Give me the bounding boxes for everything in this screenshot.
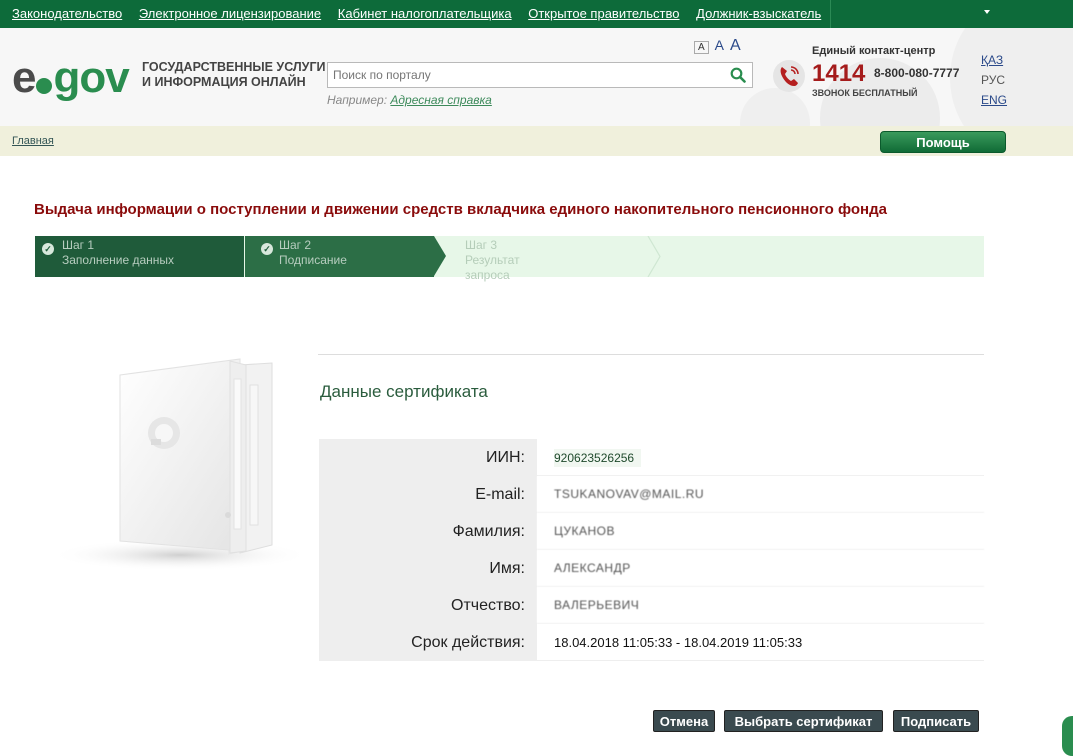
background-decoration [950, 28, 1073, 126]
lang-eng[interactable]: ENG [981, 90, 1007, 110]
top-nav-bar: Законодательство Электронное лицензирова… [0, 0, 1073, 28]
contact-center: Единый контакт-центр 1414 8-800-080-7777… [812, 45, 959, 98]
font-size-medium[interactable]: A [715, 37, 724, 53]
certificate-table: ИИН: 920623526256 E-mail: TSUKANOVAV@MAI… [319, 439, 984, 661]
language-switcher: ҚАЗ РУС ENG [981, 50, 1007, 110]
step-2-arrow [434, 236, 446, 276]
sign-button[interactable]: Подписать [893, 710, 979, 732]
step-2-number: Шаг 2 [279, 238, 312, 252]
contact-title: Единый контакт-центр [812, 45, 936, 57]
wizard-steps: ✓ Шаг 1 Заполнение данных ✓ Шаг 2 Подпис… [35, 236, 984, 282]
iin-value: 920623526256 [537, 439, 984, 476]
egov-logo[interactable]: e gov [12, 56, 130, 100]
font-size-switcher: AAA [694, 37, 747, 55]
iin-label: ИИН: [319, 439, 537, 476]
table-row: Срок действия: 18.04.2018 11:05:33 - 18.… [319, 624, 984, 661]
search-icon[interactable] [730, 67, 746, 83]
name-label: Имя: [319, 550, 537, 587]
nav-link-licensing[interactable]: Электронное лицензирование [139, 6, 321, 21]
table-row: Имя: АЛЕКСАНДР [319, 550, 984, 587]
email-label: E-mail: [319, 476, 537, 513]
certificate-title: Данные сертификата [320, 382, 488, 401]
search-box [327, 62, 753, 88]
logo-gov: gov [53, 53, 129, 102]
nav-link-taxpayer[interactable]: Кабинет налогоплательщика [338, 6, 512, 21]
site-slogan: ГОСУДАРСТВЕННЫЕ УСЛУГИ И ИНФОРМАЦИЯ ОНЛА… [142, 60, 326, 90]
phone-icon [773, 60, 805, 92]
cancel-button[interactable]: Отмена [653, 710, 715, 732]
example-label: Например: [327, 93, 388, 107]
iin-value-text: 920623526256 [554, 449, 642, 467]
check-icon: ✓ [261, 243, 273, 255]
table-row: E-mail: TSUKANOVAV@MAIL.RU [319, 476, 984, 513]
logo-dot-icon [36, 78, 53, 94]
chevron-down-icon[interactable] [984, 10, 990, 14]
site-header: e gov ГОСУДАРСТВЕННЫЕ УСЛУГИ И ИНФОРМАЦИЯ… [0, 28, 1073, 126]
slogan-line2: И ИНФОРМАЦИЯ ОНЛАЙН [142, 75, 306, 89]
step-1-number: Шаг 1 [62, 238, 95, 252]
nav-link-open-government[interactable]: Открытое правительство [528, 6, 679, 21]
help-button[interactable]: Помощь [880, 131, 1006, 153]
nav-divider [830, 0, 831, 28]
choose-certificate-button[interactable]: Выбрать сертификат [724, 710, 883, 732]
step-1: ✓ Шаг 1 Заполнение данных [35, 236, 244, 277]
step-2: ✓ Шаг 2 Подписание [245, 236, 434, 277]
patronymic-label: Отчество: [319, 587, 537, 624]
email-value: TSUKANOVAV@MAIL.RU [537, 476, 984, 513]
validity-value: 18.04.2018 11:05:33 - 18.04.2019 11:05:3… [537, 624, 984, 661]
top-nav-links: Законодательство Электронное лицензирова… [12, 6, 834, 21]
search-input[interactable] [328, 63, 718, 87]
slogan-line1: ГОСУДАРСТВЕННЫЕ УСЛУГИ [142, 60, 326, 74]
search-example: Например: Адресная справка [327, 93, 492, 107]
lang-kaz[interactable]: ҚАЗ [981, 50, 1007, 70]
patronymic-value: ВАЛЕРЬЕВИЧ [537, 587, 984, 624]
table-row: ИИН: 920623526256 [319, 439, 984, 476]
page-title: Выдача информации о поступлении и движен… [34, 201, 887, 218]
step-1-label: Шаг 1 Заполнение данных [62, 238, 174, 268]
check-icon: ✓ [42, 243, 54, 255]
step-2-label: Шаг 2 Подписание [279, 238, 347, 268]
feedback-tab[interactable] [1062, 716, 1073, 756]
surname-value: ЦУКАНОВ [537, 513, 984, 550]
certificate-binder-illustration [50, 358, 300, 571]
example-link[interactable]: Адресная справка [390, 93, 491, 107]
breadcrumb-home[interactable]: Главная [12, 135, 54, 147]
step-3-number: Шаг 3 [465, 238, 498, 252]
breadcrumb: Главная Помощь [0, 126, 1073, 156]
nav-link-debtor[interactable]: Должник-взыскатель [696, 6, 821, 21]
step-separator-icon [647, 236, 661, 277]
section-divider [318, 354, 984, 355]
surname-label: Фамилия: [319, 513, 537, 550]
table-row: Фамилия: ЦУКАНОВ [319, 513, 984, 550]
lang-rus[interactable]: РУС [981, 70, 1007, 90]
step-3-name: Результат запроса [465, 253, 520, 282]
contact-free-label: ЗВОНОК БЕСПЛАТНЫЙ [812, 88, 918, 98]
step-2-name: Подписание [279, 253, 347, 267]
nav-link-legislation[interactable]: Законодательство [12, 6, 122, 21]
validity-label: Срок действия: [319, 624, 537, 661]
contact-phone: 8-800-080-7777 [874, 66, 960, 80]
name-value: АЛЕКСАНДР [537, 550, 984, 587]
table-row: Отчество: ВАЛЕРЬЕВИЧ [319, 587, 984, 624]
font-size-large[interactable]: A [730, 37, 741, 55]
font-size-small[interactable]: A [694, 41, 709, 54]
logo-e: e [12, 53, 37, 102]
contact-short-number: 1414 [812, 60, 866, 87]
step-3-label: Шаг 3 Результат запроса [465, 238, 520, 283]
step-1-name: Заполнение данных [62, 253, 175, 267]
